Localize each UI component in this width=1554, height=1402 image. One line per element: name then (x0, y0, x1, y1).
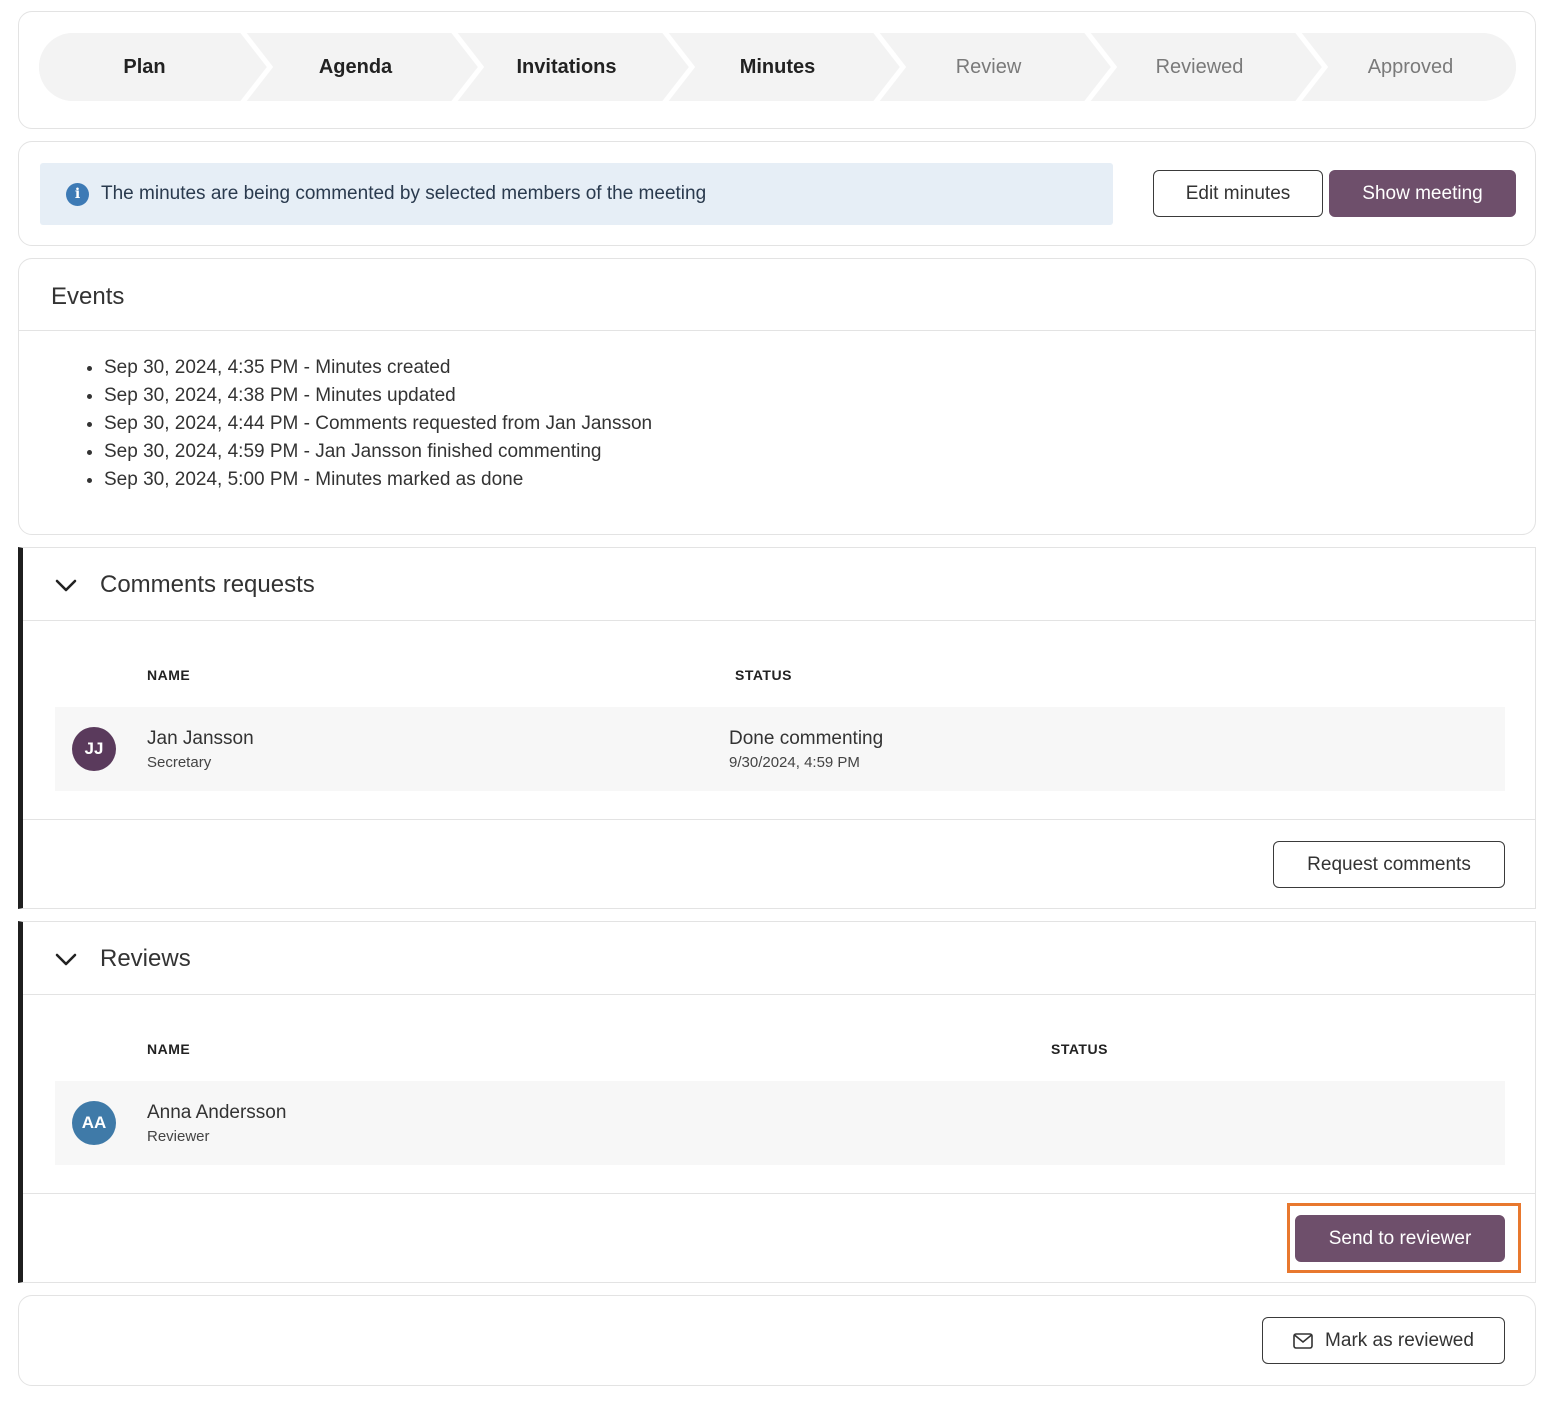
step-separator-icon (662, 33, 696, 101)
event-item: Sep 30, 2024, 4:44 PM - Comments request… (104, 410, 652, 438)
events-card: Events Sep 30, 2024, 4:35 PM - Minutes c… (18, 258, 1536, 535)
request-comments-button[interactable]: Request comments (1273, 841, 1505, 888)
send-to-reviewer-button[interactable]: Send to reviewer (1295, 1215, 1505, 1262)
event-item: Sep 30, 2024, 4:38 PM - Minutes updated (104, 382, 652, 410)
comments-section: Comments requests NAME STATUS JJ Jan Jan… (18, 547, 1536, 909)
chevron-down-icon[interactable] (54, 573, 78, 597)
column-header-status: STATUS (1051, 1041, 1108, 1057)
avatar: AA (72, 1101, 116, 1145)
events-title: Events (51, 283, 125, 310)
step-separator-icon (1084, 33, 1118, 101)
column-header-name: NAME (147, 1041, 191, 1057)
step-agenda[interactable]: Agenda (250, 33, 485, 101)
step-label: Agenda (318, 55, 393, 78)
divider (23, 1193, 1535, 1194)
column-header-status: STATUS (735, 667, 792, 683)
event-item: Sep 30, 2024, 4:35 PM - Minutes created (104, 354, 652, 382)
step-label: Minutes (739, 55, 816, 78)
divider (23, 994, 1535, 995)
event-item: Sep 30, 2024, 4:59 PM - Jan Jansson fini… (104, 438, 652, 466)
table-row: AA Anna Andersson Reviewer (55, 1081, 1505, 1165)
column-header-name: NAME (147, 667, 191, 683)
reviewer-role: Reviewer (147, 1128, 210, 1145)
step-label: Approved (1367, 55, 1454, 78)
step-label: Review (955, 55, 1022, 78)
step-review[interactable]: Review (883, 33, 1118, 101)
step-label: Reviewed (1155, 55, 1244, 78)
step-separator-icon (451, 33, 485, 101)
comments-title: Comments requests (100, 571, 315, 598)
divider (23, 620, 1535, 621)
mark-as-reviewed-button[interactable]: Mark as reviewed (1262, 1317, 1505, 1364)
step-plan[interactable]: Plan (39, 33, 274, 101)
step-separator-icon (240, 33, 274, 101)
reviewer-name: Jan Jansson (147, 728, 254, 749)
step-reviewed[interactable]: Reviewed (1094, 33, 1329, 101)
events-list: Sep 30, 2024, 4:35 PM - Minutes createdS… (104, 354, 652, 494)
reviewer-name: Anna Andersson (147, 1102, 287, 1123)
avatar: JJ (72, 727, 116, 771)
workflow-stepper: Plan Agenda Invitations Minutes Review Review… (39, 33, 1516, 101)
status-text: Done commenting (729, 728, 884, 749)
edit-minutes-button[interactable]: Edit minutes (1153, 170, 1323, 217)
step-separator-icon (1295, 33, 1329, 101)
info-icon: i (66, 182, 89, 206)
table-row: JJ Jan Jansson Secretary Done commenting… (55, 707, 1505, 791)
reviews-title: Reviews (100, 945, 191, 972)
step-minutes[interactable]: Minutes (672, 33, 907, 101)
progress-card: Plan Agenda Invitations Minutes Review Review… (18, 11, 1536, 129)
divider (19, 330, 1535, 331)
mark-as-reviewed-label: Mark as reviewed (1325, 1329, 1474, 1351)
status-time: 9/30/2024, 4:59 PM (729, 754, 860, 771)
event-item: Sep 30, 2024, 5:00 PM - Minutes marked a… (104, 466, 652, 494)
step-label: Invitations (516, 55, 617, 78)
step-approved[interactable]: Approved (1305, 33, 1516, 101)
step-label: Plan (123, 55, 166, 78)
reviewer-role: Secretary (147, 754, 212, 771)
chevron-down-icon[interactable] (54, 947, 78, 971)
footer-card: Mark as reviewed (18, 1295, 1536, 1386)
step-separator-icon (873, 33, 907, 101)
step-invitations[interactable]: Invitations (461, 33, 696, 101)
status-card: i The minutes are being commented by sel… (18, 141, 1536, 246)
info-message: The minutes are being commented by selec… (101, 183, 707, 204)
info-banner: i The minutes are being commented by sel… (40, 163, 1113, 225)
divider (23, 819, 1535, 820)
show-meeting-button[interactable]: Show meeting (1329, 170, 1516, 217)
envelope-icon (1293, 1332, 1313, 1349)
reviews-section: Reviews NAME STATUS AA Anna Andersson Re… (18, 921, 1536, 1283)
